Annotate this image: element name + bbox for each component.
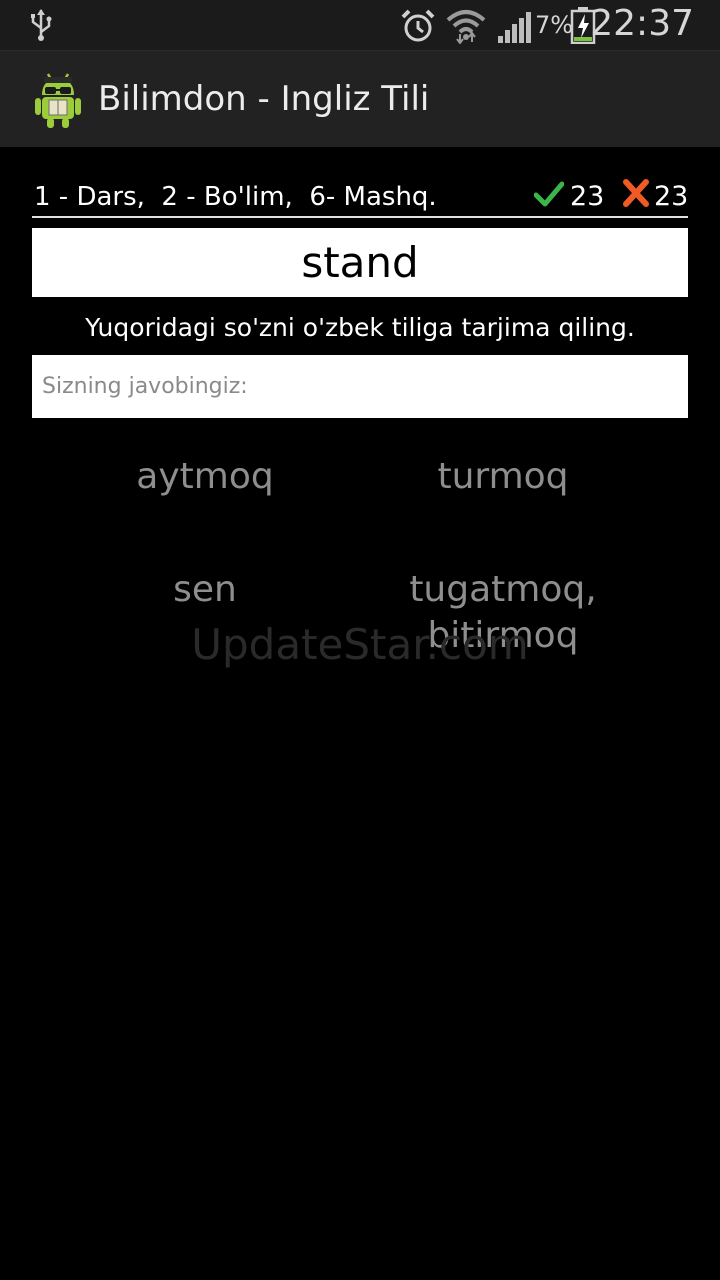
clock: 22:37: [590, 3, 694, 44]
cross-icon: [623, 179, 649, 207]
answer-option-3[interactable]: sen: [55, 567, 355, 613]
question-word: stand: [32, 228, 688, 297]
answer-input[interactable]: [32, 355, 688, 418]
status-bar: 7% 22:37: [0, 0, 720, 50]
wifi-icon: [446, 10, 486, 44]
instruction-text: Yuqoridagi so'zni o'zbek tiliga tarjima …: [85, 313, 635, 342]
wrong-count: 23: [654, 181, 689, 212]
battery-percent: 7%: [535, 11, 574, 39]
answer-option-1[interactable]: aytmoq: [55, 454, 355, 500]
lesson-path: 1 - Dars, 2 - Bo'lim, 6- Mashq.: [34, 182, 437, 212]
alarm-icon: [401, 9, 435, 42]
action-bar: Bilimdon - Ingliz Tili: [0, 50, 720, 147]
app-title: Bilimdon - Ingliz Tili: [98, 79, 430, 119]
screen: 7% 22:37 Bilimdon - Ingliz Tili 1 - Dars…: [0, 0, 720, 1280]
correct-count: 23: [570, 181, 605, 212]
android-app-icon: [35, 73, 81, 128]
signal-icon: [498, 12, 531, 43]
checkmark-icon: [534, 181, 564, 207]
answer-option-4[interactable]: tugatmoq, bitirmoq: [353, 567, 653, 659]
answer-option-2[interactable]: turmoq: [353, 454, 653, 500]
usb-icon: [31, 9, 52, 41]
lesson-header: 1 - Dars, 2 - Bo'lim, 6- Mashq. 23 23: [32, 176, 688, 218]
